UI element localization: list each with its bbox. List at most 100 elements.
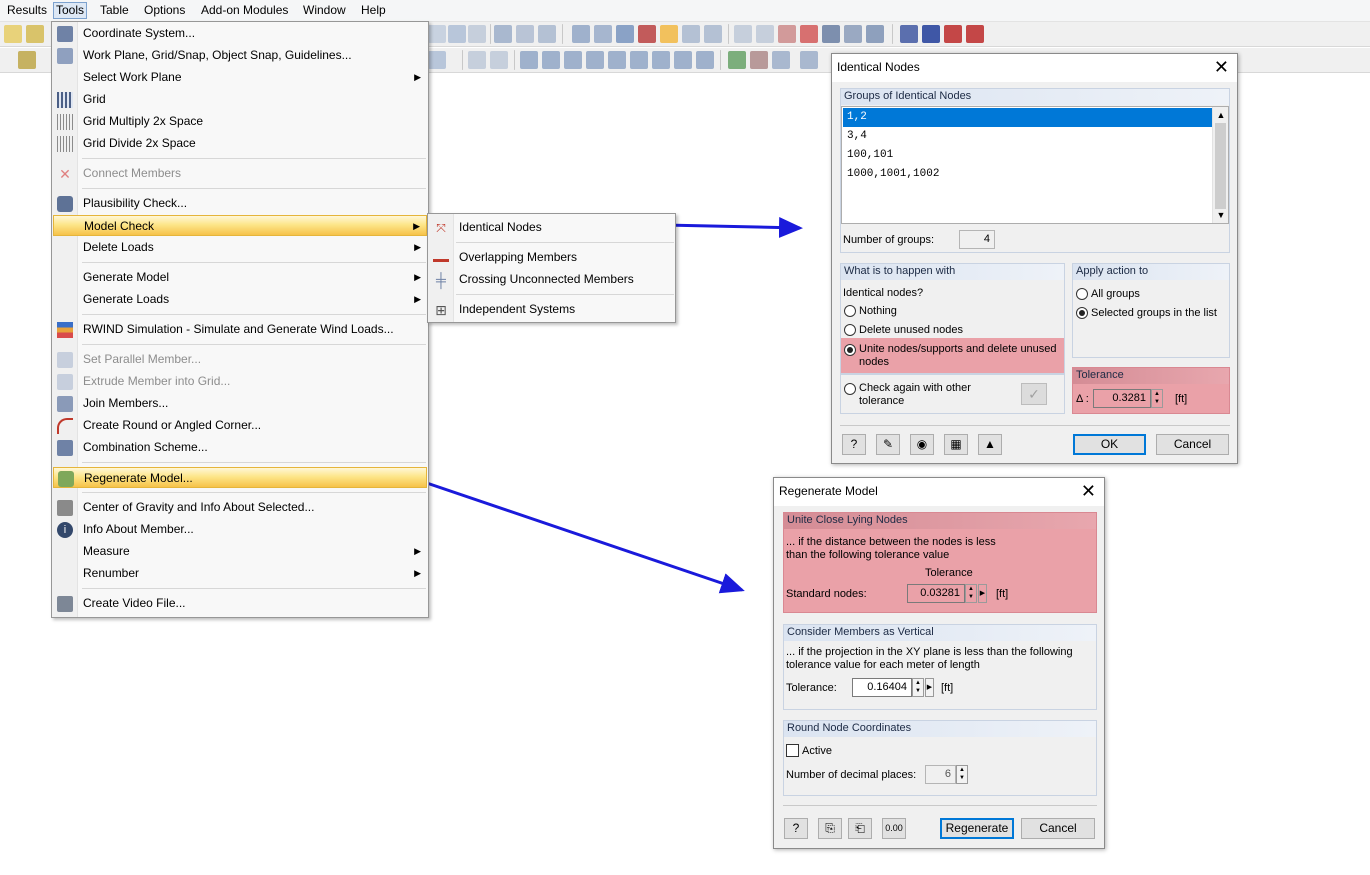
menu-item-identical-nodes[interactable]: ⤧ Identical Nodes [429,217,674,238]
tolerance-spinner[interactable]: ▲ ▼ [1151,389,1163,408]
toolbar-values-icon[interactable] [468,25,486,43]
toolbar-info-icon[interactable] [822,25,840,43]
menu-help[interactable]: Help [359,3,388,20]
toolbar-force-vy-icon[interactable] [564,51,582,69]
option-nothing-label[interactable]: Nothing [859,305,897,318]
menu-item-renumber[interactable]: Renumber ▶ [53,563,427,584]
help-button[interactable]: ? [842,434,866,455]
list-scrollbar[interactable]: ▲ ▼ [1212,107,1228,223]
apply-all-groups-label[interactable]: All groups [1091,288,1140,301]
toolbar-deform-icon[interactable] [750,51,768,69]
toolbar-guide-icon[interactable] [682,25,700,43]
menu-window[interactable]: Window [301,3,348,20]
apply-selected-groups-radio[interactable] [1076,307,1088,319]
menu-tools[interactable]: Tools [53,2,88,19]
toolbar-cross-icon[interactable] [800,25,818,43]
edit-button[interactable]: ✎ [876,434,900,455]
option-delete-unused-label[interactable]: Delete unused nodes [859,324,963,337]
decimal-places-spinner[interactable]: ▲ ▼ [956,765,968,784]
toolbar-connect-icon[interactable] [734,25,752,43]
menu-item-coordinate-system[interactable]: Coordinate System... [53,23,427,44]
check-again-button[interactable]: ✓ [1021,383,1047,405]
toolbar-snap-icon[interactable] [616,25,634,43]
menu-add-on-modules[interactable]: Add-on Modules [199,3,290,20]
scroll-up-icon[interactable]: ▲ [1213,107,1229,123]
option-unite-radio[interactable] [844,344,856,356]
toolbar-rotate-icon[interactable] [756,25,774,43]
toolbar-osnap-icon[interactable] [638,25,656,43]
toolbar-view-icon[interactable] [428,51,446,69]
toolbar-truss-icon[interactable] [538,25,556,43]
menu-item-crossing-members[interactable]: ╪ Crossing Unconnected Members [429,269,674,290]
toolbar-force-py-icon[interactable] [674,51,692,69]
toolbar-export-icon[interactable] [900,25,918,43]
save-defaults-button[interactable]: ⎗ [848,818,872,839]
toolbar-pdf-icon[interactable] [944,25,962,43]
decimal-places-button[interactable]: 0.00 [882,818,906,839]
graphic-button[interactable]: ▲ [978,434,1002,455]
menu-item-grid-multiply[interactable]: Grid Multiply 2x Space [53,111,427,132]
menu-item-measure[interactable]: Measure ▶ [53,541,427,562]
apply-all-groups-radio[interactable] [1076,288,1088,300]
toolbar-active-snap-icon[interactable] [660,25,678,43]
toolbar-report-icon[interactable] [800,51,818,69]
menu-item-generate-model[interactable]: Generate Model ▶ [53,267,427,288]
toolbar-member-icon[interactable] [494,25,512,43]
list-item[interactable]: 1000,1001,1002 [843,165,1212,184]
menu-item-info-about-member[interactable]: i Info About Member... [53,519,427,540]
menu-item-grid[interactable]: Grid [53,89,427,110]
scroll-thumb[interactable] [1215,123,1226,209]
toolbar-diagram2-icon[interactable] [490,51,508,69]
toolbar-workplane-icon[interactable] [704,25,722,43]
menu-item-create-video[interactable]: Create Video File... [53,593,427,614]
toolbar-eye-icon[interactable] [448,25,466,43]
option-nothing-radio[interactable] [844,305,856,317]
menu-item-delete-loads[interactable]: Delete Loads ▶ [53,237,427,258]
cancel-button[interactable]: Cancel [1021,818,1095,839]
toolbar-select-icon[interactable] [18,51,36,69]
decimal-places-input[interactable]: 6 [925,765,956,784]
toolbar-force-my-icon[interactable] [630,51,648,69]
option-delete-unused-radio[interactable] [844,324,856,336]
help-button[interactable]: ? [784,818,808,839]
menu-item-model-check[interactable]: Model Check ▶ [53,215,427,236]
toolbar-support-icon[interactable] [728,51,746,69]
toolbar-mirror-icon[interactable] [778,25,796,43]
ok-button[interactable]: OK [1073,434,1146,455]
tolerance-input[interactable]: 0.3281 [1093,389,1151,408]
list-item[interactable]: 1,2 [843,108,1212,127]
menu-item-work-plane[interactable]: Work Plane, Grid/Snap, Object Snap, Guid… [53,45,427,66]
toolbar-edit-icon[interactable] [844,25,862,43]
toolbar-settings-icon[interactable] [866,25,884,43]
menu-item-overlapping-members[interactable]: Overlapping Members [429,247,674,268]
menu-item-regenerate-model[interactable]: Regenerate Model... [53,467,427,488]
apply-selected-groups-label[interactable]: Selected groups in the list [1091,307,1217,320]
menu-item-select-work-plane[interactable]: Select Work Plane ▶ [53,67,427,88]
load-defaults-button[interactable]: ⎘ [818,818,842,839]
toolbar-frame-icon[interactable] [516,25,534,43]
cancel-button[interactable]: Cancel [1156,434,1229,455]
toolbar-force-pz-icon[interactable] [696,51,714,69]
active-checkbox[interactable] [786,744,799,757]
export-excel-button[interactable]: ▦ [944,434,968,455]
menu-item-grid-divide[interactable]: Grid Divide 2x Space [53,133,427,154]
close-icon[interactable]: ✕ [1081,480,1096,502]
toolbar-plane-icon[interactable] [4,25,22,43]
toolbar-force-mt-icon[interactable] [608,51,626,69]
standard-nodes-menu-arrow[interactable]: ▶ [978,584,987,603]
groups-list[interactable]: 1,2 3,4 100,101 1000,1001,1002 ▲ ▼ [841,106,1229,224]
active-label[interactable]: Active [802,745,832,758]
toolbar-force-mz-icon[interactable] [652,51,670,69]
toolbar-lasso-icon[interactable] [26,25,44,43]
menu-options[interactable]: Options [142,3,187,20]
menu-results[interactable]: Results [5,3,49,20]
toolbar-diagram-icon[interactable] [468,51,486,69]
menu-item-independent-systems[interactable]: ⊞ Independent Systems [429,299,674,320]
vertical-tolerance-spinner[interactable]: ▲ ▼ [912,678,924,697]
toolbar-grid-icon[interactable] [572,25,590,43]
list-item[interactable]: 3,4 [843,127,1212,146]
menu-item-round-corner[interactable]: Create Round or Angled Corner... [53,415,427,436]
toolbar-import-icon[interactable] [922,25,940,43]
option-unite-label[interactable]: Unite nodes/supports and delete unused n… [859,343,1059,369]
menu-item-center-of-gravity[interactable]: Center of Gravity and Info About Selecte… [53,497,427,518]
